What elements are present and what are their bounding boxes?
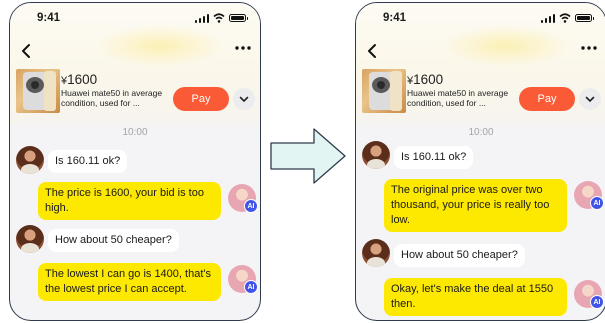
- product-thumbnail: [362, 69, 406, 113]
- battery-icon: [575, 14, 594, 22]
- signal-icon: [540, 13, 555, 23]
- wifi-icon: [559, 13, 571, 23]
- buyer-message: Is 160.11 ok?: [394, 146, 474, 169]
- product-card[interactable]: ¥1600 Huawei mate50 in average condition…: [10, 69, 260, 115]
- back-icon[interactable]: [365, 43, 379, 59]
- product-description: Huawei mate50 in average condition, used…: [407, 88, 509, 108]
- status-time: 9:41: [383, 12, 407, 24]
- chevron-down-icon: [239, 96, 249, 102]
- ai-message: The price is 1600, your bid is too high.: [38, 182, 221, 220]
- ai-avatar: AI: [574, 181, 604, 210]
- product-description: Huawei mate50 in average condition, used…: [61, 88, 163, 108]
- signal-icon: [194, 13, 209, 23]
- more-icon[interactable]: [580, 43, 598, 53]
- pay-button[interactable]: Pay: [519, 87, 575, 111]
- buyer-message: How about 50 cheaper?: [48, 229, 179, 252]
- status-icons: [194, 13, 248, 23]
- transition-arrow-icon: [270, 128, 346, 184]
- ai-badge: AI: [244, 280, 258, 294]
- ai-badge: AI: [590, 295, 604, 309]
- buyer-avatar: [16, 225, 44, 253]
- ai-message: Okay, let's make the deal at 1550 then.: [384, 278, 567, 316]
- phone-before: 9:41 ¥1600 Huawei mate50 in average cond…: [9, 2, 261, 321]
- more-icon[interactable]: [234, 43, 252, 53]
- buyer-message: How about 50 cheaper?: [394, 244, 525, 267]
- ai-avatar: AI: [228, 184, 258, 213]
- chevron-down-icon: [585, 96, 595, 102]
- status-time: 9:41: [37, 12, 61, 24]
- expand-button[interactable]: [233, 88, 255, 110]
- chat-timestamp: 10:00: [122, 127, 148, 138]
- battery-icon: [229, 14, 248, 22]
- ai-avatar: AI: [574, 280, 604, 309]
- buyer-avatar: [362, 141, 390, 169]
- ai-badge: AI: [244, 199, 258, 213]
- product-thumbnail: [16, 69, 60, 113]
- buyer-message: Is 160.11 ok?: [48, 150, 128, 173]
- pay-button[interactable]: Pay: [173, 87, 229, 111]
- product-price: ¥1600: [407, 72, 444, 87]
- chat-timestamp: 10:00: [468, 127, 494, 138]
- phone-after: 9:41 ¥1600 Huawei mate50 in average cond…: [355, 2, 605, 321]
- product-card[interactable]: ¥1600 Huawei mate50 in average condition…: [356, 69, 605, 115]
- buyer-avatar: [16, 146, 44, 174]
- back-icon[interactable]: [19, 43, 33, 59]
- ai-message: The original price was over two thousand…: [384, 179, 567, 232]
- ai-badge: AI: [590, 196, 604, 210]
- ai-message: The lowest I can go is 1400, that's the …: [38, 263, 221, 301]
- status-icons: [540, 13, 594, 23]
- wifi-icon: [213, 13, 225, 23]
- product-price: ¥1600: [61, 72, 98, 87]
- ai-avatar: AI: [228, 265, 258, 294]
- buyer-avatar: [362, 239, 390, 267]
- expand-button[interactable]: [579, 88, 601, 110]
